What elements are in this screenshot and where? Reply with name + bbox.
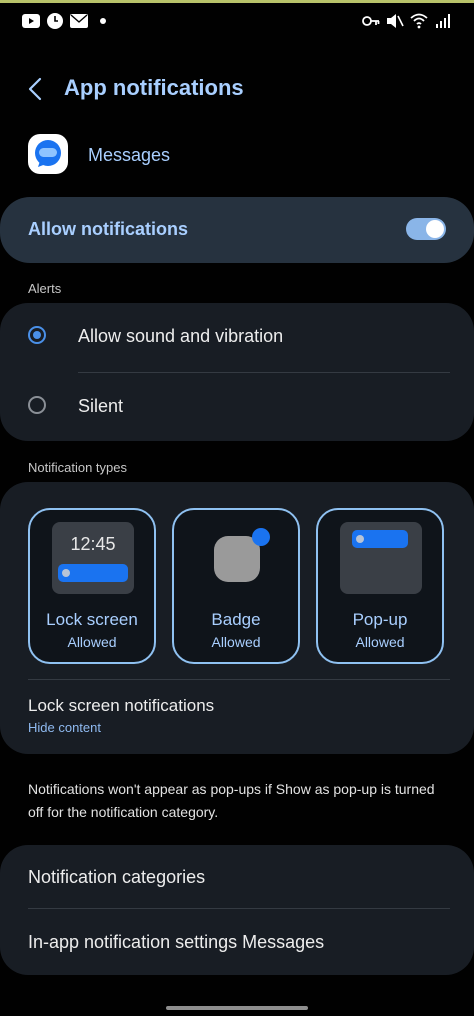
divider: [78, 372, 450, 373]
mail-icon: [70, 12, 88, 30]
key-icon: [362, 12, 380, 30]
preview-clock: 12:45: [70, 534, 116, 554]
chevron-left-icon[interactable]: [22, 74, 50, 104]
messages-icon: [28, 134, 68, 174]
dot-icon: [94, 12, 112, 30]
popup-info-note: Notifications won't appear as pop-ups if…: [28, 781, 435, 820]
tile-title: Pop-up: [352, 610, 408, 629]
tile-status: Allowed: [355, 634, 405, 650]
lock-screen-notifications-value: Hide content: [28, 720, 101, 735]
app-info-row: Messages: [0, 132, 474, 180]
app-badge-icon: [214, 536, 260, 582]
youtube-icon: [22, 12, 40, 30]
app-bar: App notifications: [0, 66, 474, 112]
status-bar: [0, 8, 474, 36]
lock-screen-notifications-title: Lock screen notifications: [28, 696, 215, 715]
tile-title: Badge: [211, 610, 261, 629]
alert-option-label: Silent: [78, 396, 124, 416]
allow-notifications-row[interactable]: Allow notifications: [0, 197, 474, 263]
clock-icon: [46, 12, 64, 30]
allow-notifications-label: Allow notifications: [28, 219, 188, 239]
alerts-card: Allow sound and vibration Silent: [0, 303, 474, 441]
in-app-notification-settings-item[interactable]: In-app notification settings Messages: [28, 932, 324, 953]
preview-notification-bar: [58, 564, 128, 582]
radio-selected-icon[interactable]: [28, 326, 46, 344]
app-name: Messages: [88, 145, 171, 165]
more-settings-card: Notification categories In-app notificat…: [0, 845, 474, 975]
wifi-icon: [410, 12, 428, 30]
alert-option-sound-vibration[interactable]: Allow sound and vibration: [0, 305, 474, 369]
badge-dot-icon: [252, 528, 270, 546]
preview-popup-bar: [352, 530, 408, 548]
home-gesture-bar[interactable]: [166, 1006, 308, 1010]
lock-screen-preview: 12:45: [52, 522, 134, 594]
notification-categories-item[interactable]: Notification categories: [28, 867, 205, 888]
mute-icon: [386, 12, 404, 30]
pop-up-tile[interactable]: Pop-up Allowed: [316, 508, 444, 664]
badge-tile[interactable]: Badge Allowed: [172, 508, 300, 664]
divider: [28, 679, 450, 680]
pop-up-preview: [340, 522, 422, 594]
alert-option-label: Allow sound and vibration: [78, 326, 284, 346]
switch-knob: [426, 220, 444, 238]
top-edge-line: [0, 0, 474, 3]
allow-notifications-switch[interactable]: [406, 218, 446, 240]
alert-option-silent[interactable]: Silent: [0, 375, 474, 439]
tile-title: Lock screen: [46, 610, 138, 629]
page-title: App notifications: [64, 75, 244, 100]
notification-types-section-label: Notification types: [28, 460, 127, 475]
signal-icon: [434, 12, 452, 30]
tile-status: Allowed: [211, 634, 261, 650]
alerts-section-label: Alerts: [28, 281, 62, 296]
badge-preview: [196, 522, 278, 594]
divider: [28, 908, 450, 909]
notification-types-card: 12:45 Lock screen Allowed Badge Allowed …: [0, 482, 474, 754]
tile-status: Allowed: [67, 634, 117, 650]
radio-unselected-icon[interactable]: [28, 396, 46, 414]
lock-screen-tile[interactable]: 12:45 Lock screen Allowed: [28, 508, 156, 664]
